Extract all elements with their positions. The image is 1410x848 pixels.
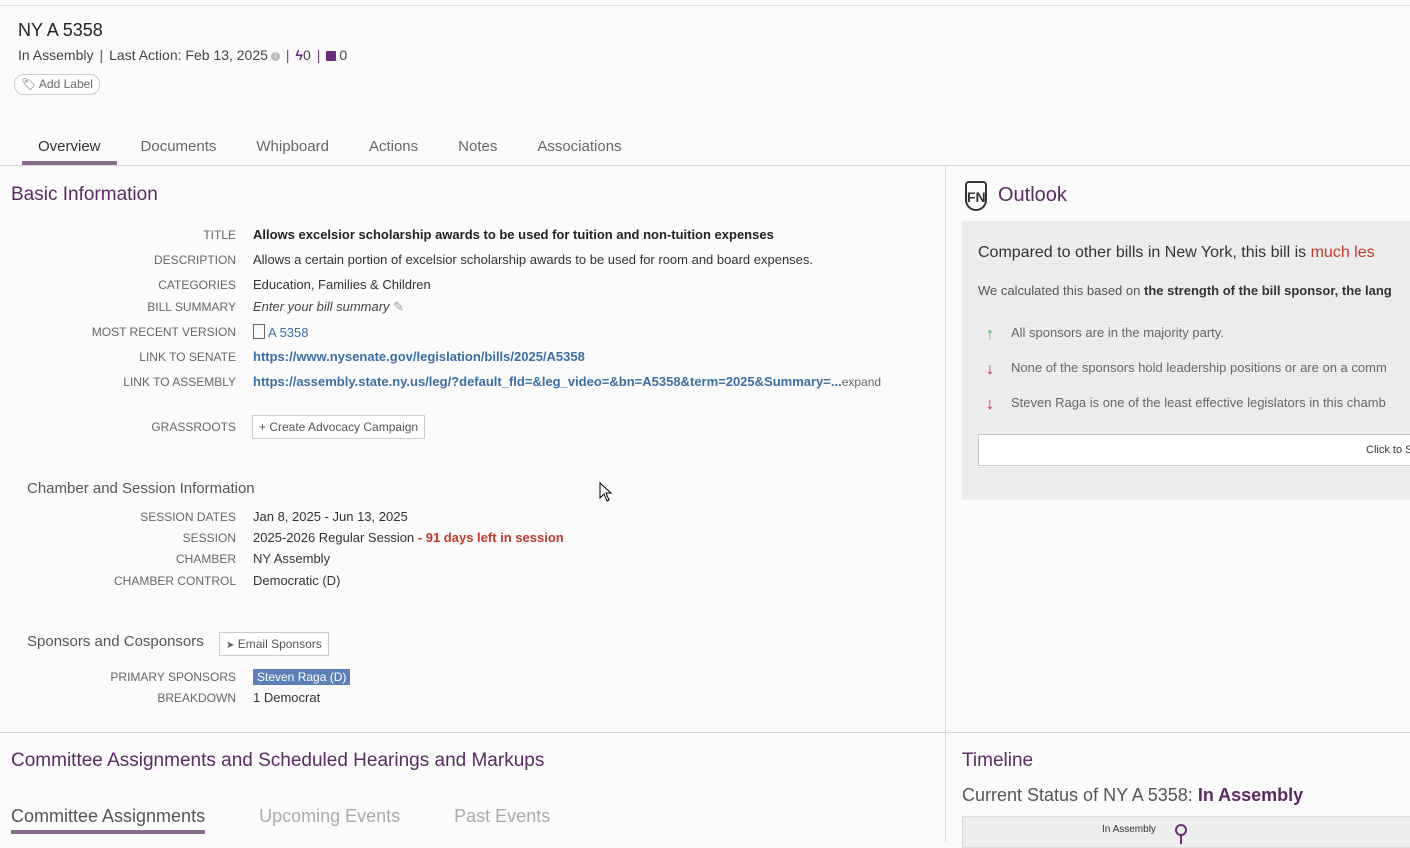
control-label: CHAMBER CONTROL xyxy=(113,574,236,588)
notes-count[interactable]: 0 xyxy=(326,47,347,63)
chamber-heading: Chamber and Session Information xyxy=(27,480,255,497)
title-row: TITLE Allows excelsior scholarship award… xyxy=(0,226,940,246)
summary-field[interactable]: Enter your bill summary ✎ xyxy=(253,299,404,315)
send-icon: ➤ xyxy=(226,640,235,651)
version-row: MOST RECENT VERSION A 5358 xyxy=(0,323,940,343)
section-divider xyxy=(0,732,1410,733)
email-sponsors-button[interactable]: ➤ Email Sponsors xyxy=(219,632,329,656)
outlook-factor: Steven Raga is one of the least effectiv… xyxy=(1011,395,1386,410)
tab-documents[interactable]: Documents xyxy=(125,133,233,165)
chamber-row: CHAMBER NY Assembly xyxy=(0,550,940,570)
version-label: MOST RECENT VERSION xyxy=(91,325,236,339)
tab-associations[interactable]: Associations xyxy=(521,133,637,165)
outlook-headline: Compared to other bills in New York, thi… xyxy=(978,244,1375,261)
click-to-see-label[interactable]: Click to S xyxy=(1366,444,1410,456)
assembly-label: LINK TO ASSEMBLY xyxy=(123,375,236,389)
note-icon xyxy=(326,51,337,62)
outlook-factor: None of the sponsors hold leadership pos… xyxy=(1011,360,1387,375)
senate-row: LINK TO SENATE https://www.nysenate.gov/… xyxy=(0,348,940,368)
version-link[interactable]: A 5358 xyxy=(253,324,309,340)
title-value: Allows excelsior scholarship awards to b… xyxy=(253,227,774,242)
breakdown-label: BREAKDOWN xyxy=(157,691,236,705)
assembly-row: LINK TO ASSEMBLY https://assembly.state.… xyxy=(0,373,940,393)
status-text: In Assembly xyxy=(18,47,94,63)
sponsors-heading: Sponsors and Cosponsors xyxy=(27,633,204,650)
session-row: SESSION 2025-2026 Regular Session - 91 d… xyxy=(0,529,940,549)
top-border xyxy=(0,5,1410,6)
sponsor-chip[interactable]: Steven Raga (D) xyxy=(253,669,351,685)
dates-value: Jan 8, 2025 - Jun 13, 2025 xyxy=(253,509,408,524)
breakdown-row: BREAKDOWN 1 Democrat xyxy=(0,689,940,709)
senate-link[interactable]: https://www.nysenate.gov/legislation/bil… xyxy=(253,349,585,364)
grassroots-row: GRASSROOTS xyxy=(0,418,940,438)
bolt-icon: ϟ xyxy=(295,47,303,63)
info-icon[interactable]: i xyxy=(270,51,280,61)
outlook-title: Outlook xyxy=(998,184,1067,206)
tab-past-events[interactable]: Past Events xyxy=(454,806,550,834)
session-value: 2025-2026 Regular Session xyxy=(253,530,415,545)
outlook-factor: All sponsors are in the majority party. xyxy=(1011,325,1224,340)
basic-info-heading: Basic Information xyxy=(11,184,158,205)
fn-logo-icon: FN xyxy=(965,181,987,211)
timeline-marker-label: In Assembly xyxy=(1102,824,1156,835)
arrow-down-icon: ↓ xyxy=(986,396,994,413)
senate-label: LINK TO SENATE xyxy=(139,350,236,364)
tab-notes[interactable]: Notes xyxy=(442,133,513,165)
session-dates-row: SESSION DATES Jan 8, 2025 - Jun 13, 2025 xyxy=(0,508,940,528)
tag-icon: 🏷︎ xyxy=(21,77,37,91)
assembly-link[interactable]: https://assembly.state.ny.us/leg/?defaul… xyxy=(253,374,842,389)
tab-whipboard[interactable]: Whipboard xyxy=(240,133,345,165)
arrow-down-icon: ↓ xyxy=(986,361,994,378)
document-icon xyxy=(253,324,265,339)
timeline-status: Current Status of NY A 5358: In Assembly xyxy=(962,785,1304,805)
tab-committee-assignments[interactable]: Committee Assignments xyxy=(11,806,206,834)
outlook-calc-text: We calculated this based on the strength… xyxy=(978,283,1392,298)
arrow-up-icon: ↑ xyxy=(986,326,994,343)
expand-link[interactable]: expand xyxy=(842,375,881,389)
control-value: Democratic (D) xyxy=(253,573,341,588)
tab-actions[interactable]: Actions xyxy=(353,133,434,165)
summary-row: BILL SUMMARY Enter your bill summary ✎ xyxy=(0,298,940,318)
session-label: SESSION xyxy=(182,531,236,545)
control-row: CHAMBER CONTROL Democratic (D) xyxy=(0,572,940,592)
last-action-text: Last Action: Feb 13, 2025 xyxy=(109,47,268,63)
timeline-stem xyxy=(1180,834,1182,844)
primary-label: PRIMARY SPONSORS xyxy=(110,670,236,684)
mouse-cursor-icon xyxy=(599,482,613,502)
create-campaign-button[interactable]: + Create Advocacy Campaign xyxy=(252,415,426,439)
page-title: NY A 5358 xyxy=(18,20,103,40)
committee-heading: Committee Assignments and Scheduled Hear… xyxy=(11,750,545,771)
status-line: In Assembly | Last Action: Feb 13, 2025 i | ϟ… xyxy=(18,47,348,63)
description-row: DESCRIPTION Allows a certain portion of … xyxy=(0,251,940,271)
actions-count[interactable]: ϟ0 xyxy=(296,47,311,63)
categories-row: CATEGORIES Education, Families & Childre… xyxy=(0,276,940,296)
add-label-button[interactable]: 🏷︎ Add Label xyxy=(14,74,100,95)
primary-sponsors-row: PRIMARY SPONSORS Steven Raga (D) xyxy=(0,668,940,688)
description-label: DESCRIPTION xyxy=(153,253,236,267)
committee-tabs: Committee Assignments Upcoming Events Pa… xyxy=(11,806,604,834)
tab-overview[interactable]: Overview xyxy=(22,133,117,165)
tab-divider xyxy=(0,165,1410,166)
timeline-title: Timeline xyxy=(962,750,1034,771)
tab-bar: Overview Documents Whipboard Actions Not… xyxy=(22,133,646,165)
dates-label: SESSION DATES xyxy=(140,510,236,524)
days-left-text: - 91 days left in session xyxy=(414,530,564,545)
categories-label: CATEGORIES xyxy=(158,278,236,292)
column-divider-lower xyxy=(945,733,946,842)
pencil-icon[interactable]: ✎ xyxy=(393,299,404,314)
grassroots-label: GRASSROOTS xyxy=(151,420,236,434)
breakdown-value: 1 Democrat xyxy=(253,690,321,705)
description-value: Allows a certain portion of excelsior sc… xyxy=(253,252,814,267)
title-label: TITLE xyxy=(203,228,236,242)
column-divider xyxy=(945,166,946,732)
chamber-label: CHAMBER xyxy=(175,552,236,566)
summary-label: BILL SUMMARY xyxy=(147,300,236,314)
chamber-value: NY Assembly xyxy=(253,551,331,566)
categories-value: Education, Families & Children xyxy=(253,277,431,292)
tab-upcoming-events[interactable]: Upcoming Events xyxy=(259,806,400,834)
click-to-see-button[interactable] xyxy=(978,434,1410,466)
